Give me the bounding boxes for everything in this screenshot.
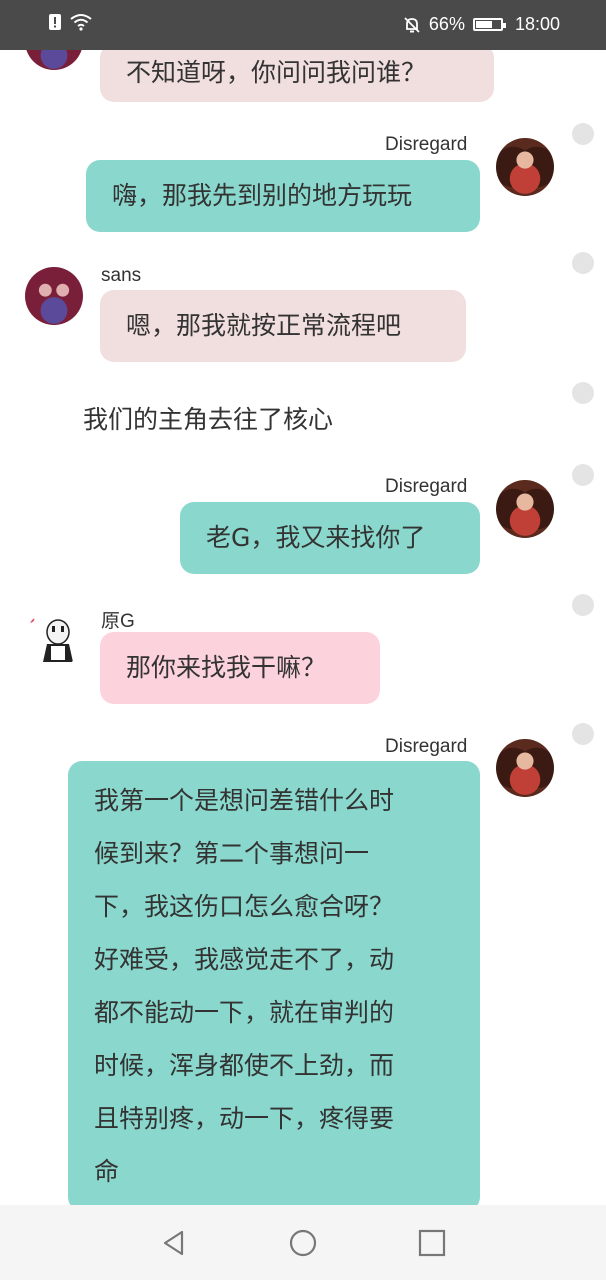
- chat-area[interactable]: 不知道呀，你问问我问谁？ Disregard 嗨，那我先到别的地方玩玩 sans…: [0, 50, 606, 1205]
- home-circle-icon[interactable]: [289, 1229, 317, 1257]
- select-dot[interactable]: [572, 594, 594, 616]
- message-line: 候到来？第二个事想问一: [94, 839, 370, 868]
- message-line: 好难受，我感觉走不了，动: [94, 945, 395, 974]
- navigation-bar: [0, 1205, 606, 1280]
- avatar-sans[interactable]: [25, 50, 83, 70]
- message-line: 命: [94, 1157, 120, 1186]
- sender-name: 原G: [101, 611, 135, 632]
- message-bubble[interactable]: 嗯，那我就按正常流程吧: [100, 290, 466, 362]
- message-bubble[interactable]: 嗨，那我先到别的地方玩玩: [86, 160, 480, 232]
- g-character-icon: [27, 618, 73, 662]
- status-right: 66% 18:00: [403, 14, 560, 35]
- battery-percent: 66%: [428, 14, 465, 34]
- message-bubble[interactable]: 那你来找我干嘛？: [100, 632, 380, 704]
- message-line: 且特别疼，动一下，疼得要: [94, 1104, 395, 1133]
- sender-name: Disregard: [385, 134, 468, 155]
- wifi-icon: [70, 14, 92, 31]
- sender-name: sans: [101, 265, 142, 286]
- sim-alert-icon: [49, 14, 61, 30]
- message-bubble[interactable]: 我第一个是想问差错什么时 候到来？第二个事想问一 下，我这伤口怎么愈合呀？ 好难…: [68, 761, 480, 1205]
- recents-square-icon[interactable]: [418, 1229, 446, 1257]
- select-dot[interactable]: [572, 464, 594, 486]
- avatar-disregard[interactable]: [496, 138, 554, 196]
- back-triangle-icon[interactable]: [160, 1229, 188, 1257]
- clock: 18:00: [514, 14, 560, 34]
- message-line: 下，我这伤口怎么愈合呀？: [94, 892, 395, 921]
- select-dot[interactable]: [572, 252, 594, 274]
- select-dot[interactable]: [572, 723, 594, 745]
- avatar-g[interactable]: [25, 610, 83, 668]
- select-dot[interactable]: [572, 382, 594, 404]
- avatar-disregard[interactable]: [496, 480, 554, 538]
- avatar-disregard[interactable]: [496, 739, 554, 797]
- message-line: 我第一个是想问差错什么时: [94, 786, 395, 815]
- message-bubble[interactable]: 老G，我又来找你了: [180, 502, 480, 574]
- status-left: [48, 13, 92, 31]
- battery-icon: [472, 18, 506, 31]
- narration-text[interactable]: 我们的主角去往了核心: [83, 400, 333, 436]
- sender-name: Disregard: [385, 476, 468, 497]
- sender-name: Disregard: [385, 736, 468, 757]
- message-line: 时候，浑身都使不上劲，而: [94, 1051, 395, 1080]
- message-line: 都不能动一下，就在审判的: [94, 998, 395, 1027]
- message-bubble[interactable]: 不知道呀，你问问我问谁？: [100, 50, 494, 102]
- select-dot[interactable]: [572, 123, 594, 145]
- status-bar: 66% 18:00: [0, 0, 606, 50]
- mute-icon: [404, 16, 420, 33]
- avatar-sans[interactable]: [25, 267, 83, 325]
